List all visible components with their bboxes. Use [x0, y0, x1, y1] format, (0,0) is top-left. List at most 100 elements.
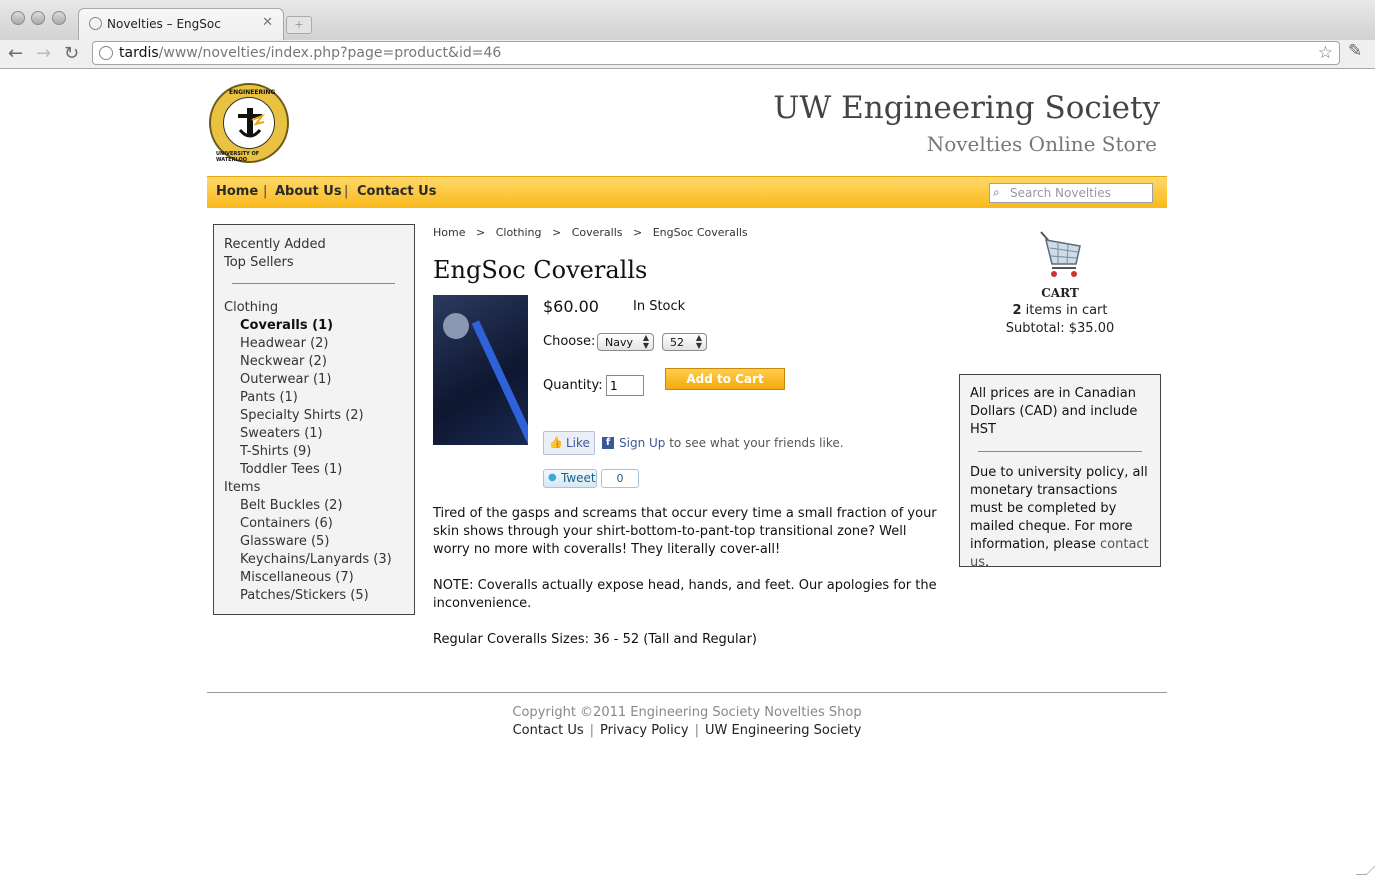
- product-image[interactable]: [433, 295, 528, 445]
- zoom-window-button[interactable]: [52, 11, 66, 25]
- category-outerwear-link[interactable]: Outerwear (1): [240, 372, 331, 387]
- facebook-like-button[interactable]: 👍 Like: [543, 431, 595, 455]
- description-paragraph: Regular Coveralls Sizes: 36 - 52 (Tall a…: [433, 632, 758, 647]
- stock-status: In Stock: [633, 299, 686, 314]
- search-box: ⌕: [989, 183, 1153, 203]
- url-text: tardis/www/novelties/index.php?page=prod…: [119, 45, 502, 61]
- category-neckwear-link[interactable]: Neckwear (2): [240, 354, 327, 369]
- logo-bottom-text: UNIVERSITY OF WATERLOO: [216, 151, 260, 163]
- copyright-text: Copyright ©2011 Engineering Society Nove…: [512, 705, 862, 720]
- new-tab-button[interactable]: +: [286, 16, 312, 34]
- quantity-label: Quantity:: [543, 378, 603, 393]
- add-to-cart-button[interactable]: Add to Cart: [665, 368, 785, 390]
- site-subtitle: Novelties Online Store: [926, 132, 1157, 156]
- search-icon: ⌕: [993, 185, 1000, 199]
- breadcrumb: Home > Clothing > Coveralls > EngSoc Cov…: [433, 226, 748, 239]
- category-glassware-link[interactable]: Glassware (5): [240, 534, 329, 549]
- product-price: $60.00: [543, 297, 599, 316]
- browser-tab[interactable]: Novelties – EngSoc ✕: [78, 8, 284, 40]
- category-containers-link[interactable]: Containers (6): [240, 516, 333, 531]
- twitter-bird-icon: ●: [548, 472, 557, 483]
- breadcrumb-current: EngSoc Coveralls: [652, 226, 748, 239]
- product-description: Tired of the gasps and screams that occu…: [433, 505, 945, 667]
- category-keychains-link[interactable]: Keychains/Lanyards (3): [240, 552, 392, 567]
- close-window-button[interactable]: [11, 11, 25, 25]
- description-paragraph: NOTE: Coveralls actually expose head, ha…: [433, 578, 937, 611]
- category-items-link[interactable]: Items: [224, 480, 260, 495]
- shopping-cart-icon[interactable]: [1038, 228, 1084, 280]
- description-paragraph: Tired of the gasps and screams that occu…: [433, 506, 937, 557]
- category-sweaters-link[interactable]: Sweaters (1): [240, 426, 323, 441]
- minimize-window-button[interactable]: [31, 11, 45, 25]
- breadcrumb-home[interactable]: Home: [433, 226, 465, 239]
- nav-separator: |: [344, 184, 349, 199]
- breadcrumb-separator: >: [475, 226, 486, 239]
- back-arrow-icon[interactable]: ←: [8, 43, 23, 64]
- nav-contact-link[interactable]: Contact Us: [357, 184, 436, 199]
- category-clothing-link[interactable]: Clothing: [224, 300, 278, 315]
- category-miscellaneous-link[interactable]: Miscellaneous (7): [240, 570, 354, 585]
- tab-title: Novelties – EngSoc: [107, 17, 221, 31]
- browser-toolbar: ← → ↻ tardis/www/novelties/index.php?pag…: [0, 40, 1375, 69]
- breadcrumb-separator: >: [632, 226, 643, 239]
- policy-note: Due to university policy, all monetary t…: [970, 465, 1149, 570]
- select-arrows-icon: ▲ ▼: [642, 333, 649, 350]
- thumbs-up-icon: 👍: [549, 436, 563, 449]
- footer-links: Contact Us | Privacy Policy | UW Engineering…: [512, 723, 862, 738]
- pricing-info-box: All prices are in Canadian Dollars (CAD)…: [959, 374, 1161, 570]
- select-arrows-icon: ▲ ▼: [695, 333, 702, 350]
- site-title: UW Engineering Society: [773, 90, 1160, 126]
- info-divider: [978, 451, 1142, 452]
- search-input[interactable]: [1010, 185, 1148, 201]
- color-select[interactable]: Navy ▲ ▼: [597, 333, 654, 351]
- breadcrumb-separator: >: [551, 226, 562, 239]
- category-patches-link[interactable]: Patches/Stickers (5): [240, 588, 369, 603]
- reload-icon[interactable]: ↻: [64, 43, 79, 64]
- category-specialty-shirts-link[interactable]: Specialty Shirts (2): [240, 408, 364, 423]
- category-tshirts-link[interactable]: T-Shirts (9): [240, 444, 311, 459]
- nav-separator: |: [263, 184, 268, 199]
- address-bar[interactable]: tardis/www/novelties/index.php?page=prod…: [92, 41, 1340, 65]
- footer-divider: [207, 692, 1167, 693]
- size-select[interactable]: 52 ▲ ▼: [662, 333, 707, 351]
- nav-home-link[interactable]: Home: [216, 184, 258, 199]
- facebook-icon: f: [602, 437, 614, 449]
- browser-tabstrip: Novelties – EngSoc ✕ +: [0, 0, 1375, 40]
- close-tab-icon[interactable]: ✕: [262, 15, 273, 30]
- footer-contact-link[interactable]: Contact Us: [513, 723, 584, 738]
- facebook-signup-link[interactable]: Sign Up: [619, 436, 665, 450]
- choose-label: Choose:: [543, 334, 596, 349]
- cart-title[interactable]: CART: [1011, 286, 1109, 300]
- quantity-input[interactable]: [606, 375, 644, 396]
- breadcrumb-coveralls[interactable]: Coveralls: [572, 226, 623, 239]
- footer-privacy-link[interactable]: Privacy Policy: [600, 723, 689, 738]
- sidebar-divider: [232, 283, 395, 284]
- breadcrumb-clothing[interactable]: Clothing: [496, 226, 542, 239]
- bookmark-star-icon[interactable]: ☆: [1318, 43, 1333, 63]
- category-headwear-link[interactable]: Headwear (2): [240, 336, 328, 351]
- nav-about-link[interactable]: About Us: [275, 184, 342, 199]
- currency-note: All prices are in Canadian Dollars (CAD)…: [970, 386, 1138, 437]
- cart-item-count: 2 items in cart: [1012, 303, 1108, 318]
- category-sidebar: Recently Added Top Sellers Clothing Cove…: [213, 224, 415, 615]
- main-nav: Home | About Us | Contact Us ⌕: [207, 176, 1167, 208]
- logo-emblem: [238, 108, 265, 138]
- recently-added-link[interactable]: Recently Added: [224, 237, 326, 252]
- logo-top-text: ENGINEERING: [229, 89, 276, 96]
- category-belt-buckles-link[interactable]: Belt Buckles (2): [240, 498, 343, 513]
- wrench-menu-icon[interactable]: ✎: [1348, 41, 1362, 61]
- category-toddler-tees-link[interactable]: Toddler Tees (1): [240, 462, 342, 477]
- forward-arrow-icon[interactable]: →: [36, 43, 51, 64]
- cart-subtotal: Subtotal: $35.00: [1005, 321, 1115, 336]
- engsoc-logo[interactable]: ENGINEERING UNIVERSITY OF WATERLOO: [209, 83, 289, 163]
- category-pants-link[interactable]: Pants (1): [240, 390, 298, 405]
- product-title: EngSoc Coveralls: [433, 256, 648, 284]
- tweet-button[interactable]: ● Tweet: [543, 469, 597, 488]
- page-info-icon: [99, 46, 113, 60]
- category-coveralls-link[interactable]: Coveralls (1): [240, 318, 333, 333]
- facebook-signup-text: Sign Up to see what your friends like.: [619, 436, 844, 450]
- footer-engsoc-link[interactable]: UW Engineering Society: [705, 723, 861, 738]
- tweet-count: 0: [601, 469, 639, 488]
- resize-grip-icon[interactable]: [1355, 864, 1375, 875]
- top-sellers-link[interactable]: Top Sellers: [224, 255, 294, 270]
